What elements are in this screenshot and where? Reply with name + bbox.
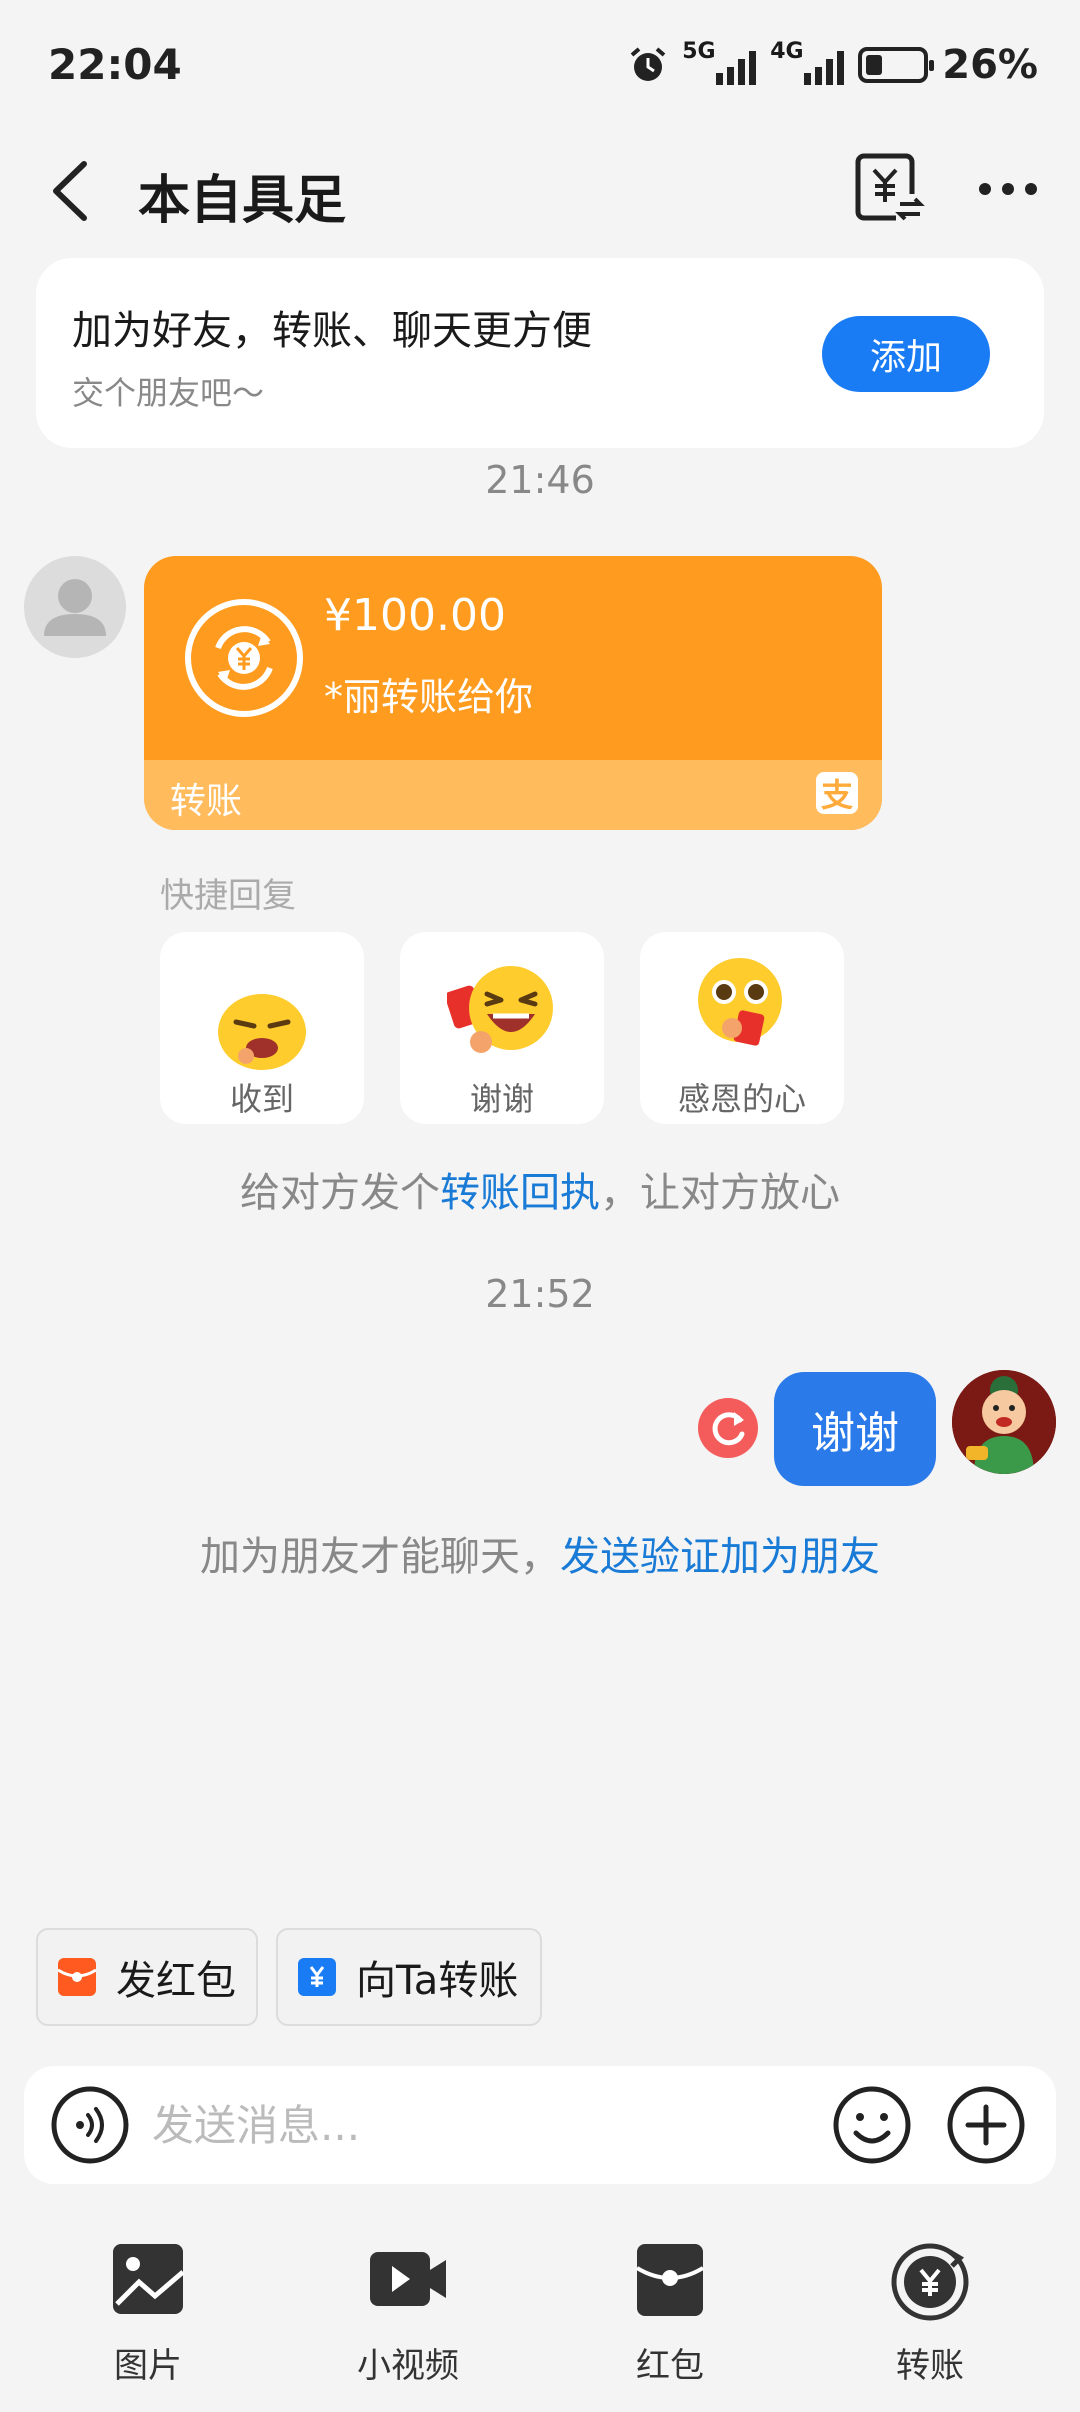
yawning-emoji-icon	[218, 994, 306, 1070]
resend-icon[interactable]	[698, 1398, 758, 1458]
send-red-packet-button[interactable]: 发红包	[36, 1928, 258, 2026]
alarm-icon	[630, 47, 666, 81]
receipt-tip-suffix: ，让对方放心	[600, 1170, 840, 1216]
bill-icon[interactable]	[852, 152, 926, 226]
toolbar-image[interactable]: 图片	[58, 2242, 238, 2392]
more-icon[interactable]	[975, 166, 1041, 212]
battery-icon	[858, 47, 935, 83]
transfer-card-footer: 转账 支	[144, 760, 882, 830]
transfer-icon	[298, 1958, 336, 1996]
toolbar-red-packet[interactable]: 红包	[580, 2242, 760, 2392]
toolbar-red-packet-label: 红包	[636, 2346, 704, 2386]
alipay-icon: 支	[816, 772, 858, 814]
toolbar-video[interactable]: 小视频	[318, 2242, 498, 2392]
toolbar-image-label: 图片	[114, 2346, 182, 2386]
default-user-icon	[44, 579, 106, 636]
red-packet-icon	[57, 1958, 97, 1996]
sender-avatar[interactable]	[24, 556, 126, 658]
transfer-icon	[891, 2243, 969, 2321]
transfer-description: *丽转账给你	[324, 675, 534, 719]
status-icons: 5G 4G 26%	[628, 39, 1038, 90]
quick-reply-item[interactable]: 感恩的心	[640, 932, 844, 1124]
transfer-to-ta-button[interactable]: 向Ta转账	[276, 1928, 542, 2026]
quick-reply-label: 快捷回复	[160, 876, 296, 916]
image-icon	[113, 2244, 185, 2314]
battery-percent: 26%	[942, 42, 1038, 88]
status-bar: 22:04 5G 4G 26%	[0, 0, 1080, 136]
toolbar-transfer-label: 转账	[896, 2346, 964, 2386]
grateful-emoji-icon	[698, 958, 782, 1046]
title-bar: 本自具足	[0, 136, 1080, 246]
banner-title: 加为好友，转账、聊天更方便	[72, 308, 592, 354]
quick-reply-label-text: 收到	[229, 1080, 294, 1118]
video-icon	[370, 2252, 446, 2306]
banner-subtitle: 交个朋友吧～	[72, 374, 265, 412]
status-time: 22:04	[48, 40, 182, 89]
add-friend-button[interactable]: 添加	[822, 316, 990, 392]
red-packet-icon	[635, 2244, 705, 2316]
quick-reply-item[interactable]: 谢谢	[400, 932, 604, 1124]
message-input[interactable]	[152, 2088, 812, 2162]
transfer-amount: ¥100.00	[324, 590, 506, 641]
receipt-tip-prefix: 给对方发个	[240, 1170, 440, 1216]
send-red-packet-label: 发红包	[116, 1958, 236, 2004]
user-avatar[interactable]	[952, 1370, 1056, 1474]
transfer-label: 转账	[170, 781, 243, 822]
add-friend-banner: 加为好友，转账、聊天更方便 交个朋友吧～ 添加	[36, 258, 1044, 448]
outgoing-message-bubble[interactable]: 谢谢	[774, 1372, 936, 1486]
signal-4g-icon: 4G	[770, 39, 845, 85]
quick-reply-item[interactable]: 收到	[160, 932, 364, 1124]
timestamp: 21:46	[485, 458, 595, 502]
send-verification-link[interactable]: 发送验证加为朋友	[560, 1534, 880, 1580]
plus-icon[interactable]	[946, 2085, 1026, 2165]
emoji-icon[interactable]	[832, 2085, 912, 2165]
laughing-emoji-icon	[447, 966, 553, 1053]
toolbar-video-label: 小视频	[357, 2346, 459, 2386]
message-input-bar	[24, 2066, 1056, 2184]
quick-reply-label-text: 谢谢	[469, 1080, 534, 1118]
bottom-toolbar: 图片 小视频 红包 转账	[0, 2222, 1080, 2412]
transfer-yuan-icon	[185, 599, 303, 717]
page-title: 本自具足	[138, 171, 347, 231]
transfer-card[interactable]: ¥100.00 *丽转账给你 转账 支	[144, 556, 882, 830]
signal-5g-icon: 5G	[682, 39, 757, 85]
timestamp: 21:52	[485, 1272, 595, 1316]
back-icon[interactable]	[40, 156, 100, 226]
voice-input-icon[interactable]	[50, 2085, 130, 2165]
quick-reply-label-text: 感恩的心	[677, 1080, 806, 1118]
verify-tip: 加为朋友才能聊天，发送验证加为朋友	[0, 1524, 1080, 1582]
transfer-to-ta-label: 向Ta转账	[356, 1958, 519, 2004]
receipt-tip: 给对方发个转账回执，让对方放心	[0, 1160, 1080, 1218]
toolbar-transfer[interactable]: 转账	[840, 2242, 1020, 2392]
verify-tip-prefix: 加为朋友才能聊天，	[200, 1534, 560, 1580]
god-of-wealth-avatar-icon	[952, 1370, 1056, 1474]
transfer-card-body: ¥100.00 *丽转账给你	[144, 556, 882, 760]
transfer-receipt-link[interactable]: 转账回执	[440, 1170, 600, 1216]
